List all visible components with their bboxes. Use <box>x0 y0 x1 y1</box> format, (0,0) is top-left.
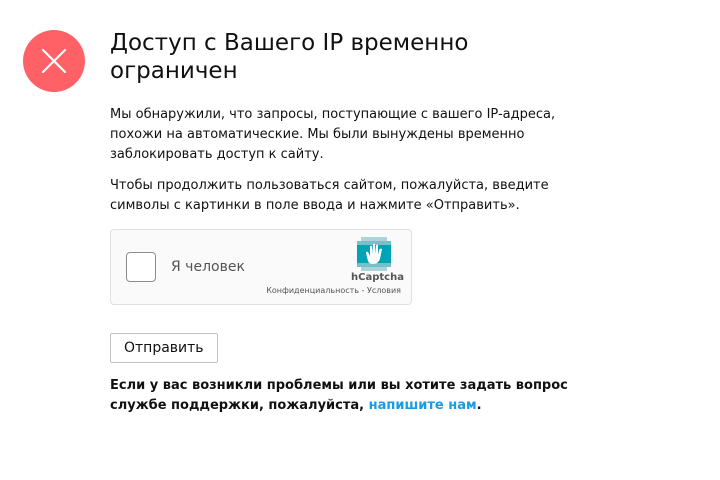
support-text-after: . <box>476 398 482 413</box>
captcha-instruction-text: Чтобы продолжить пользоваться сайтом, по… <box>110 178 549 213</box>
captcha-links-separator: - <box>359 286 367 295</box>
hcaptcha-widget[interactable]: Я человек hCaptcha Конфиденциальность - … <box>110 229 412 305</box>
captcha-terms-link[interactable]: Условия <box>367 286 401 295</box>
captcha-checkbox-label: Я человек <box>171 259 245 275</box>
captcha-brand: hCaptcha <box>351 272 404 283</box>
main-content: Доступ с Вашего IP временно ограничен Мы… <box>110 29 590 416</box>
support-text-before: Если у вас возникли проблемы или вы хоти… <box>110 378 568 413</box>
close-icon <box>41 48 67 74</box>
captcha-links: Конфиденциальность - Условия <box>266 286 401 296</box>
support-text: Если у вас возникли проблемы или вы хоти… <box>110 376 590 416</box>
error-icon <box>23 30 85 92</box>
page-title: Доступ с Вашего IP временно ограничен <box>110 30 469 84</box>
captcha-privacy-link[interactable]: Конфиденциальность <box>266 286 359 295</box>
contact-us-link[interactable]: напишите нам <box>369 398 477 413</box>
hcaptcha-logo-icon <box>357 237 391 271</box>
block-explanation-text: Мы обнаружили, что запросы, поступающие … <box>110 107 556 162</box>
captcha-checkbox[interactable] <box>126 252 156 282</box>
submit-button[interactable]: Отправить <box>110 333 218 363</box>
page: Доступ с Вашего IP временно ограничен Мы… <box>0 0 720 480</box>
